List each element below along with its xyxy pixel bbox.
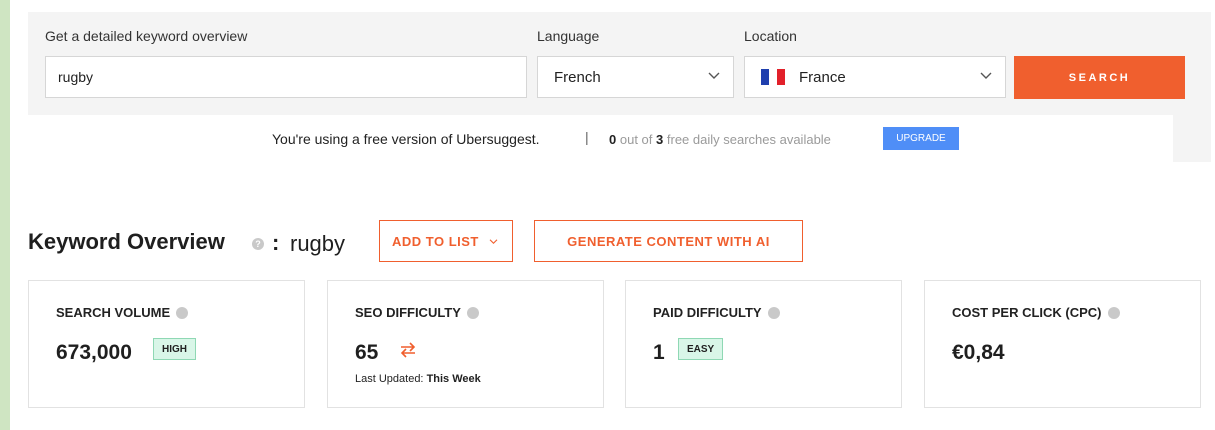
- info-icon[interactable]: [466, 307, 479, 319]
- card-title-text: SEARCH VOLUME: [56, 305, 171, 320]
- location-select[interactable]: France: [744, 56, 1006, 98]
- searches-total: 3: [656, 132, 664, 147]
- last-updated-value: This Week: [426, 373, 481, 385]
- upgrade-button[interactable]: UPGRADE: [883, 127, 959, 150]
- notice-separator: |: [585, 129, 589, 145]
- title-colon: :: [272, 230, 280, 255]
- info-icon[interactable]: [176, 307, 189, 319]
- search-volume-value: 673,000: [56, 341, 132, 364]
- location-value: France: [799, 69, 846, 86]
- volume-level-badge: HIGH: [153, 338, 196, 360]
- page-title: Keyword Overview: [28, 229, 225, 254]
- free-version-message: You're using a free version of Ubersugge…: [272, 131, 540, 147]
- swap-arrows-icon: [400, 342, 416, 358]
- search-button[interactable]: SEARCH: [1014, 56, 1185, 99]
- generate-content-ai-button[interactable]: GENERATE CONTENT WITH AI: [534, 220, 803, 262]
- card-title-text: PAID DIFFICULTY: [653, 305, 762, 320]
- seo-difficulty-value: 65: [355, 341, 379, 364]
- add-to-list-label: ADD TO LIST: [392, 233, 479, 249]
- language-value: French: [554, 69, 601, 86]
- chevron-down-icon: [708, 72, 720, 79]
- card-title-text: COST PER CLICK (CPC): [952, 305, 1102, 320]
- info-icon[interactable]: [1107, 307, 1120, 319]
- info-icon[interactable]: ?: [252, 238, 264, 250]
- language-select[interactable]: French: [537, 56, 734, 98]
- search-panel: Get a detailed keyword overview Language…: [28, 12, 1211, 162]
- chevron-down-icon: [980, 72, 992, 79]
- last-updated: Last Updated: This Week: [355, 373, 481, 385]
- location-label: Location: [744, 28, 797, 44]
- cpc-value: €0,84: [952, 341, 1005, 364]
- card-title: PAID DIFFICULTY: [653, 305, 780, 320]
- card-title: SEO DIFFICULTY: [355, 305, 479, 320]
- page: Get a detailed keyword overview Language…: [10, 0, 1215, 430]
- france-flag-icon: [761, 69, 785, 85]
- cpc-card: COST PER CLICK (CPC) €0,84: [924, 280, 1201, 408]
- chevron-down-icon: [489, 238, 498, 244]
- add-to-list-button[interactable]: ADD TO LIST: [379, 220, 513, 262]
- usage-notice: You're using a free version of Ubersugge…: [28, 115, 1173, 162]
- paid-difficulty-value: 1: [653, 341, 665, 364]
- card-title: COST PER CLICK (CPC): [952, 305, 1120, 320]
- info-icon[interactable]: [767, 307, 780, 319]
- language-label: Language: [537, 28, 600, 44]
- searches-tail-text: free daily searches available: [666, 132, 831, 147]
- keyword-label: Get a detailed keyword overview: [45, 28, 248, 44]
- last-updated-label: Last Updated:: [355, 373, 424, 385]
- search-volume-card: SEARCH VOLUME 673,000 HIGH: [28, 280, 305, 408]
- overview-keyword: rugby: [290, 231, 346, 256]
- search-count: 0 out of 3 free daily searches available: [609, 132, 831, 147]
- seo-difficulty-card: SEO DIFFICULTY 65 Last Updated: This Wee…: [327, 280, 604, 408]
- keyword-input[interactable]: [45, 56, 527, 98]
- card-title-text: SEO DIFFICULTY: [355, 305, 461, 320]
- searches-used: 0: [609, 132, 617, 147]
- difficulty-level-badge: EASY: [678, 338, 724, 360]
- card-title: SEARCH VOLUME: [56, 305, 189, 320]
- paid-difficulty-card: PAID DIFFICULTY 1 EASY: [625, 280, 902, 408]
- out-of-text: out of: [619, 132, 653, 147]
